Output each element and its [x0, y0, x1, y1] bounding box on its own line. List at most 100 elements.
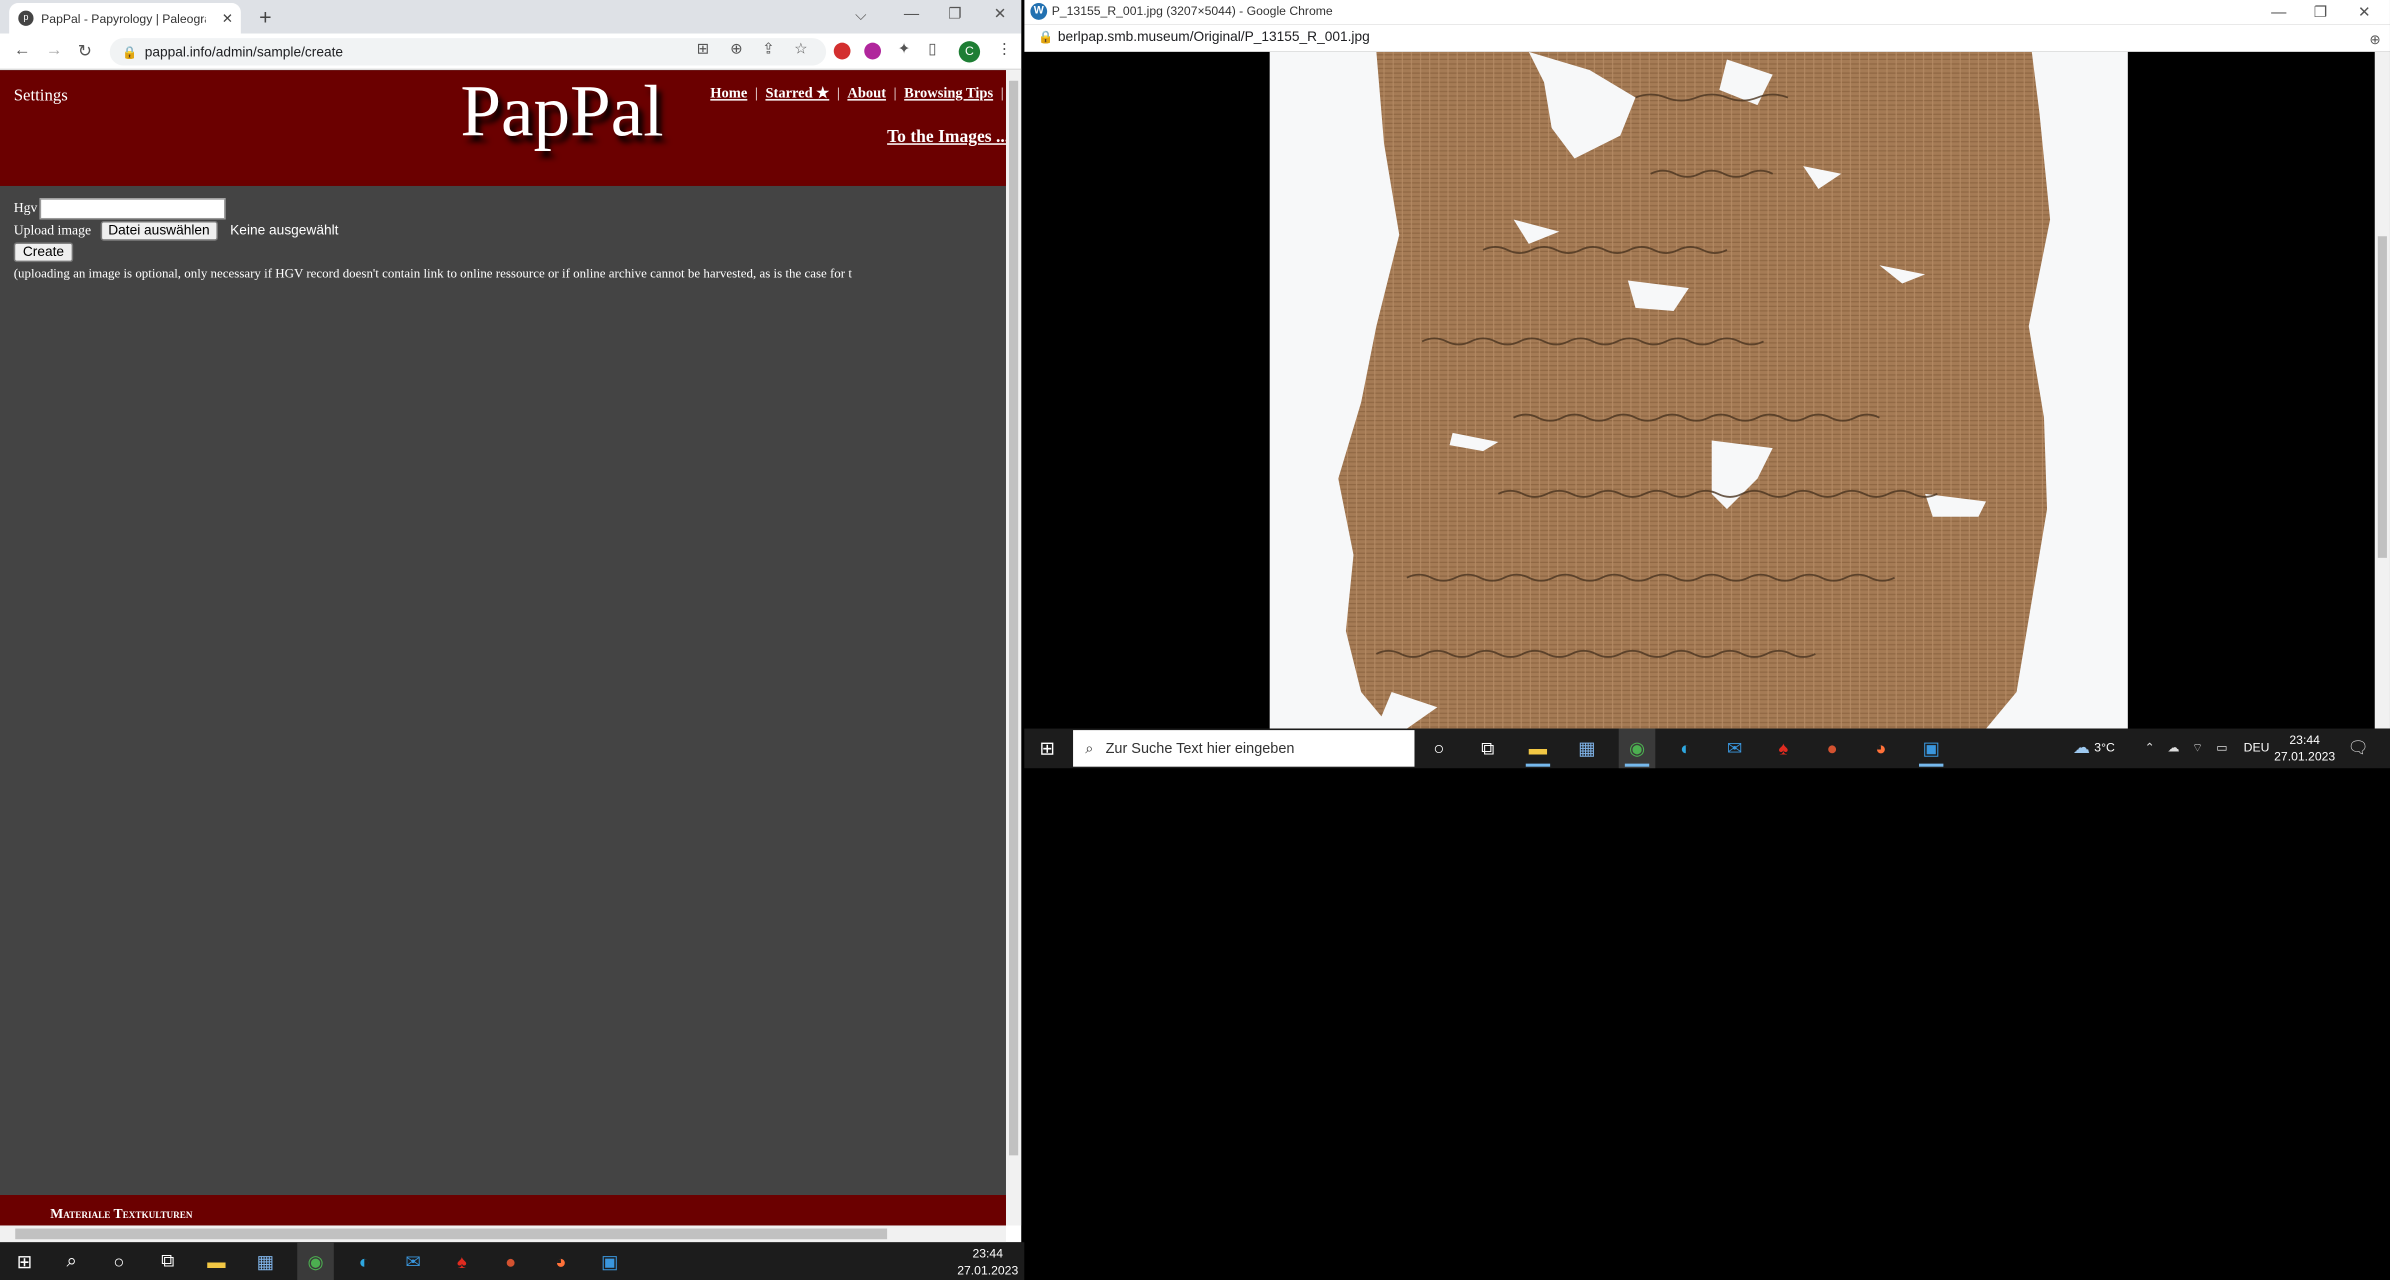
right-firefox-icon[interactable]: ◕	[1863, 729, 1900, 769]
search-icon[interactable]: ⌕	[53, 1242, 90, 1280]
right-restore-icon[interactable]: ❐	[2314, 2, 2328, 25]
mail-icon[interactable]: ✉	[395, 1242, 432, 1280]
bookmark-star-icon[interactable]: ☆	[794, 41, 808, 58]
zoom-icon[interactable]: ⊕	[730, 41, 743, 58]
powerpoint-icon[interactable]: ●	[492, 1242, 529, 1280]
nav-about[interactable]: About	[847, 87, 886, 102]
extension-red-icon[interactable]	[833, 42, 851, 60]
tray-chevron-icon[interactable]: ⌃	[2145, 741, 2155, 755]
share-icon[interactable]: ⇪	[762, 41, 775, 58]
right-store-icon[interactable]: ▦	[1568, 729, 1605, 769]
right-address-bar[interactable]: 🔒 berlpap.smb.museum/Original/P_13155_R_…	[1024, 24, 2390, 53]
chrome-icon[interactable]: ◉	[297, 1242, 334, 1280]
site-logo[interactable]: PapPal	[460, 70, 663, 154]
menu-kebab-icon[interactable]: ⋮	[997, 41, 1012, 58]
horizontal-scrollbar-thumb[interactable]	[15, 1228, 888, 1240]
url-text: pappal.info/admin/sample/create	[144, 44, 344, 60]
right-close-icon[interactable]: ✕	[2358, 2, 2371, 25]
file-explorer-icon[interactable]: ▬	[198, 1242, 235, 1280]
file-status: Keine ausgewählt	[230, 222, 339, 238]
battery-icon[interactable]: ▭	[2216, 741, 2228, 755]
right-cortana-icon[interactable]: ○	[1421, 729, 1458, 769]
edge-icon[interactable]: ◐	[346, 1242, 383, 1280]
weather-cloud-icon[interactable]: ☁	[2073, 738, 2090, 757]
browser-tab[interactable]: p PapPal - Papyrology | Paleograph ✕	[9, 3, 241, 34]
right-scrollbar-thumb[interactable]	[2377, 236, 2387, 558]
left-clock[interactable]: 23:44 27.01.2023	[957, 1245, 1018, 1279]
profile-avatar[interactable]: C	[958, 41, 981, 63]
extension-purple-icon[interactable]	[864, 42, 882, 60]
right-lock-icon: 🔒	[1038, 30, 1054, 45]
taskbar-search-icon: ⌕	[1085, 740, 1094, 757]
address-bar[interactable]: 🔒 pappal.info/admin/sample/create	[109, 38, 827, 66]
settings-link[interactable]: Settings	[14, 87, 68, 105]
forward-icon[interactable]: →	[46, 41, 63, 59]
right-minimize-icon[interactable]: —	[2271, 2, 2286, 25]
right-start-icon[interactable]: ⊞	[1029, 729, 1066, 769]
right-chrome-icon[interactable]: ◉	[1618, 728, 1656, 769]
right-photos-icon[interactable]: ▣	[1913, 729, 1950, 769]
papyrus-image[interactable]	[1269, 51, 2128, 729]
right-window-title: P_13155_R_001.jpg (3207×5044) - Google C…	[1051, 4, 1333, 19]
right-clock[interactable]: 23:44 27.01.2023	[2274, 732, 2335, 766]
right-date: 27.01.2023	[2274, 749, 2336, 764]
top-navigation: Home | Starred ★ | About | Browsing Tips |	[710, 86, 1004, 103]
right-mail-icon[interactable]: ✉	[1716, 729, 1753, 769]
footer-text: Materiale Textkulturen	[50, 1205, 193, 1221]
network-icon[interactable]: ⌔	[2192, 741, 2203, 756]
task-view-icon[interactable]: ⧉	[149, 1242, 186, 1280]
tab-title: PapPal - Papyrology | Paleograph	[41, 11, 207, 26]
close-tab-icon[interactable]: ✕	[214, 10, 241, 27]
restore-icon[interactable]: ❐	[948, 6, 962, 23]
notification-icon[interactable]: 🗨	[2347, 738, 2368, 757]
right-title-bar: W P_13155_R_001.jpg (3207×5044) - Google…	[1024, 0, 2390, 25]
right-edge-icon[interactable]: ◐	[1668, 729, 1705, 769]
left-date: 27.01.2023	[957, 1263, 1019, 1278]
side-panel-icon[interactable]: ▯	[928, 41, 936, 58]
right-zoom-icon[interactable]: ⊕	[2369, 27, 2381, 53]
store-icon[interactable]: ▦	[247, 1242, 284, 1280]
firefox-icon[interactable]: ◕	[543, 1242, 580, 1280]
right-taskbar: ⊞ ⌕ Zur Suche Text hier eingeben ○ ⧉ ▬ ▦…	[1024, 728, 2390, 769]
cortana-icon[interactable]: ○	[101, 1242, 138, 1280]
taskbar-search-placeholder: Zur Suche Text hier eingeben	[1105, 740, 1295, 757]
right-powerpoint-icon[interactable]: ●	[1814, 729, 1851, 769]
right-time: 23:44	[2289, 733, 2320, 747]
nav-starred[interactable]: Starred ★	[765, 87, 829, 102]
acrobat-icon[interactable]: ♠	[444, 1242, 481, 1280]
weather-temp[interactable]: 3°C	[2094, 741, 2114, 755]
wordpress-favicon-icon: W	[1030, 3, 1048, 20]
extensions-puzzle-icon[interactable]: ✦	[898, 41, 911, 58]
site-favicon-icon: p	[18, 10, 34, 26]
tab-strip: p PapPal - Papyrology | Paleograph ✕ + ⌵…	[0, 0, 1022, 34]
language-indicator[interactable]: DEU	[2244, 741, 2270, 755]
site-footer: Materiale Textkulturen	[0, 1194, 1006, 1226]
close-window-icon[interactable]: ✕	[994, 6, 1007, 23]
nav-home[interactable]: Home	[710, 87, 747, 102]
reload-icon[interactable]: ↻	[78, 41, 92, 61]
onedrive-icon[interactable]: ☁	[2167, 741, 2179, 755]
create-button[interactable]: Create	[13, 242, 74, 263]
left-browser-window: p PapPal - Papyrology | Paleograph ✕ + ⌵…	[0, 0, 1022, 1243]
new-tab-icon[interactable]: +	[259, 5, 271, 29]
left-time: 23:44	[972, 1246, 1003, 1261]
upload-note: (uploading an image is optional, only ne…	[13, 265, 852, 281]
windows-start-icon[interactable]: ⊞	[6, 1242, 43, 1280]
hgv-input[interactable]	[39, 198, 226, 220]
site-header: Settings PapPal Home | Starred ★ | About | Bro…	[0, 70, 1006, 186]
choose-file-button[interactable]: Datei auswählen	[100, 221, 218, 241]
to-images-link[interactable]: To the Images ...	[887, 128, 1006, 146]
right-task-view-icon[interactable]: ⧉	[1469, 729, 1506, 769]
right-file-explorer-icon[interactable]: ▬	[1520, 729, 1557, 769]
nav-browsing-tips[interactable]: Browsing Tips	[904, 87, 993, 102]
photos-icon[interactable]: ▣	[591, 1242, 628, 1280]
tab-search-icon[interactable]: ⌵	[855, 8, 867, 25]
vertical-scrollbar-thumb[interactable]	[1009, 80, 1019, 1156]
page-content: Settings PapPal Home | Starred ★ | About | Bro…	[0, 70, 1006, 1226]
right-acrobat-icon[interactable]: ♠	[1765, 729, 1802, 769]
toolbar: ← → ↻ 🔒 pappal.info/admin/sample/create ⊞…	[0, 33, 1022, 71]
back-icon[interactable]: ←	[14, 41, 31, 59]
minimize-icon[interactable]: —	[904, 6, 919, 23]
translate-icon[interactable]: ⊞	[697, 41, 710, 58]
taskbar-search-box[interactable]: ⌕ Zur Suche Text hier eingeben	[1073, 730, 1415, 767]
